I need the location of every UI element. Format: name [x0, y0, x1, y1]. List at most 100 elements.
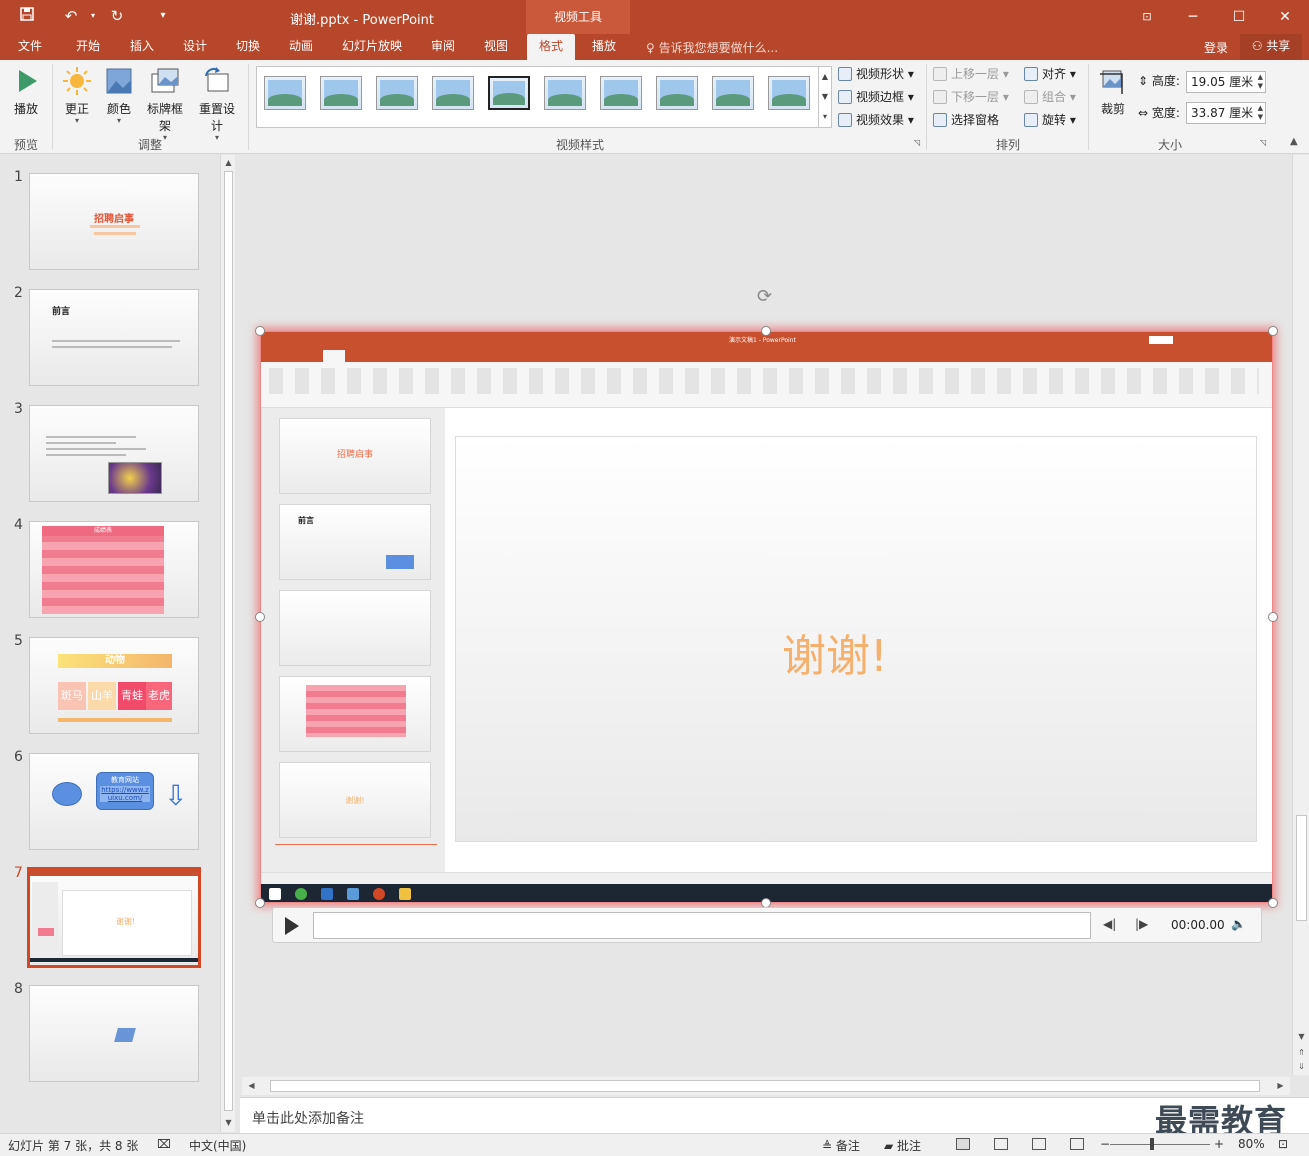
video-style-3[interactable]: [376, 76, 418, 110]
poster-frame-button[interactable]: 标牌框架 ▾: [142, 66, 188, 142]
edit-area-vertical-scrollbar[interactable]: ▼ ⇑ ⇓: [1292, 155, 1309, 1075]
spinner-icon[interactable]: ▲ ▼: [1258, 104, 1263, 122]
zoom-level[interactable]: 80%: [1238, 1137, 1265, 1151]
resize-handle[interactable]: [1268, 612, 1278, 622]
maximize-icon[interactable]: ☐: [1224, 6, 1254, 28]
tab-home[interactable]: 开始: [66, 34, 110, 60]
slide-thumbnail-pane[interactable]: 1 招聘启事 2 前言 3 4 成绩表 5 动物 斑马 山羊 青蛙 老虎 6 教…: [0, 155, 236, 1132]
selection-pane-button[interactable]: 选择窗格: [933, 110, 999, 130]
tab-playback[interactable]: 播放: [582, 34, 626, 60]
slide-thumbnail-5[interactable]: 动物 斑马 山羊 青蛙 老虎: [29, 637, 199, 734]
scroll-right-icon[interactable]: ▶: [1275, 1080, 1286, 1092]
tab-insert[interactable]: 插入: [120, 34, 164, 60]
corrections-button[interactable]: 更正 ▾: [54, 66, 100, 125]
zoom-out-icon[interactable]: −: [1100, 1137, 1110, 1151]
media-timeline[interactable]: [313, 912, 1091, 939]
width-field[interactable]: 33.87 厘米 ▲ ▼: [1186, 102, 1266, 124]
video-object[interactable]: 演示文稿1 - PowerPoint 招聘启事 前言 谢谢! 谢谢!: [260, 331, 1273, 903]
reading-view-icon[interactable]: [1032, 1138, 1046, 1150]
dialog-launcher-icon[interactable]: ◹: [1260, 138, 1266, 147]
bring-forward-button[interactable]: 上移一层 ▾: [933, 64, 1009, 84]
minimize-icon[interactable]: ─: [1178, 6, 1208, 28]
collapse-ribbon-icon[interactable]: ▲: [1290, 136, 1298, 147]
zoom-slider[interactable]: [1110, 1138, 1210, 1150]
video-style-7[interactable]: [600, 76, 642, 110]
tab-format[interactable]: 格式: [527, 34, 575, 60]
fit-to-window-icon[interactable]: ⊡: [1278, 1137, 1288, 1151]
gallery-more-icon[interactable]: ▾: [818, 107, 831, 127]
rotate-button[interactable]: 旋转 ▾: [1024, 110, 1076, 130]
tab-slideshow[interactable]: 幻灯片放映: [336, 34, 408, 60]
dialog-launcher-icon[interactable]: ◹: [914, 138, 920, 147]
next-slide-icon[interactable]: ⇓: [1296, 1061, 1307, 1073]
comments-toggle[interactable]: ▰ 批注: [884, 1137, 921, 1154]
slide-thumbnail-7[interactable]: 谢谢!: [27, 867, 201, 968]
gallery-scroll-down-icon[interactable]: ▼: [818, 87, 831, 107]
tab-animations[interactable]: 动画: [279, 34, 323, 60]
slideshow-view-icon[interactable]: [1070, 1138, 1084, 1150]
scrollbar-thumb[interactable]: [224, 171, 233, 1111]
slide-thumbnail-3[interactable]: [29, 405, 199, 502]
resize-handle[interactable]: [761, 326, 771, 336]
media-back-icon[interactable]: ◀|: [1103, 917, 1116, 931]
video-style-8[interactable]: [656, 76, 698, 110]
normal-view-icon[interactable]: [956, 1138, 970, 1150]
slide-pane-scrollbar[interactable]: ▲ ▼: [220, 155, 235, 1132]
gallery-scroll-up-icon[interactable]: ▲: [818, 67, 831, 87]
rotate-handle-icon[interactable]: ⟳: [757, 286, 772, 307]
spell-check-icon[interactable]: ⌧: [157, 1137, 171, 1151]
notes-pane[interactable]: 单击此处添加备注: [240, 1097, 1309, 1133]
zoom-slider-knob[interactable]: [1150, 1138, 1154, 1150]
notes-toggle[interactable]: ≜ 备注: [822, 1137, 860, 1154]
close-icon[interactable]: ✕: [1270, 6, 1300, 28]
tab-transitions[interactable]: 切换: [226, 34, 270, 60]
share-button[interactable]: ⚇ 共享: [1240, 34, 1302, 60]
zoom-in-icon[interactable]: +: [1214, 1137, 1224, 1151]
reset-design-button[interactable]: 重置设计 ▾: [194, 66, 240, 142]
align-button[interactable]: 对齐 ▾: [1024, 64, 1076, 84]
video-effects-button[interactable]: 视频效果 ▾: [838, 110, 914, 130]
resize-handle[interactable]: [1268, 898, 1278, 908]
media-play-icon[interactable]: [285, 917, 299, 935]
resize-handle[interactable]: [255, 898, 265, 908]
slide-thumbnail-6[interactable]: 教育网站 https://www.zuixu.com/ ⇩: [29, 753, 199, 850]
edit-area-horizontal-scrollbar[interactable]: ◀ ▶: [242, 1077, 1290, 1095]
video-shape-button[interactable]: 视频形状 ▾: [838, 64, 914, 84]
group-button[interactable]: 组合 ▾: [1024, 87, 1076, 107]
tell-me-search[interactable]: ♀ 告诉我您想要做什么...: [646, 39, 778, 56]
language-indicator[interactable]: 中文(中国): [189, 1137, 246, 1154]
height-field[interactable]: 19.05 厘米 ▲ ▼: [1186, 71, 1266, 93]
slide-thumbnail-1[interactable]: 招聘启事: [29, 173, 199, 270]
video-style-2[interactable]: [320, 76, 362, 110]
video-style-6[interactable]: [544, 76, 586, 110]
login-link[interactable]: 登录: [1204, 39, 1228, 56]
slide-sorter-icon[interactable]: [994, 1138, 1008, 1150]
slide-thumbnail-4[interactable]: 成绩表: [29, 521, 199, 618]
resize-handle[interactable]: [255, 612, 265, 622]
video-style-4[interactable]: [432, 76, 474, 110]
video-border-button[interactable]: 视频边框 ▾: [838, 87, 914, 107]
video-style-10[interactable]: [768, 76, 810, 110]
send-backward-button[interactable]: 下移一层 ▾: [933, 87, 1009, 107]
color-button[interactable]: 颜色 ▾: [96, 66, 142, 125]
scroll-down-icon[interactable]: ▼: [223, 1117, 234, 1129]
video-styles-gallery[interactable]: ▲ ▼ ▾: [256, 66, 832, 128]
scrollbar-thumb[interactable]: [1296, 815, 1307, 921]
undo-dropdown-icon[interactable]: ▾: [82, 6, 104, 26]
scroll-up-icon[interactable]: ▲: [223, 157, 234, 169]
undo-icon[interactable]: ↶: [60, 6, 82, 26]
resize-handle[interactable]: [255, 326, 265, 336]
scrollbar-thumb[interactable]: [270, 1080, 1260, 1092]
redo-icon[interactable]: ↻: [106, 6, 128, 26]
tab-file[interactable]: 文件: [8, 34, 52, 60]
video-style-1[interactable]: [264, 76, 306, 110]
tab-view[interactable]: 视图: [474, 34, 518, 60]
tab-design[interactable]: 设计: [173, 34, 217, 60]
previous-slide-icon[interactable]: ⇑: [1296, 1047, 1307, 1059]
scroll-left-icon[interactable]: ◀: [246, 1080, 257, 1092]
media-forward-icon[interactable]: |▶: [1135, 917, 1148, 931]
tab-review[interactable]: 审阅: [421, 34, 465, 60]
ribbon-display-options-icon[interactable]: ⊡: [1132, 6, 1162, 28]
save-icon[interactable]: [16, 6, 38, 26]
crop-button[interactable]: 裁剪: [1090, 66, 1136, 117]
